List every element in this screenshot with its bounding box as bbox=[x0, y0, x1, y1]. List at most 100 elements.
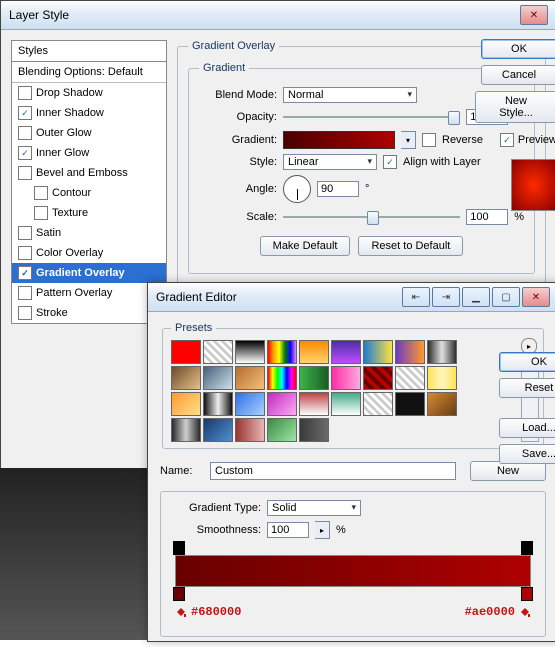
style-item-inner-glow[interactable]: ✓Inner Glow bbox=[12, 143, 166, 163]
gradient-swatch[interactable] bbox=[283, 131, 395, 149]
preset-swatch[interactable] bbox=[331, 366, 361, 390]
style-checkbox[interactable] bbox=[18, 226, 32, 240]
cancel-button[interactable]: Cancel bbox=[481, 65, 555, 85]
style-checkbox[interactable]: ✓ bbox=[18, 146, 32, 160]
style-item-bevel-and-emboss[interactable]: Bevel and Emboss bbox=[12, 163, 166, 183]
new-button[interactable]: New bbox=[470, 461, 546, 481]
preset-swatch[interactable] bbox=[267, 366, 297, 390]
style-checkbox[interactable]: ✓ bbox=[18, 266, 32, 280]
style-checkbox[interactable] bbox=[18, 86, 32, 100]
angle-dial[interactable] bbox=[283, 175, 311, 203]
style-checkbox[interactable] bbox=[18, 126, 32, 140]
load-button[interactable]: Load... bbox=[499, 418, 555, 438]
opacity-slider[interactable] bbox=[283, 108, 460, 126]
preset-swatch[interactable] bbox=[395, 340, 425, 364]
preset-swatch[interactable] bbox=[203, 392, 233, 416]
align-checkbox[interactable]: ✓ bbox=[383, 155, 397, 169]
new-style-button[interactable]: New Style... bbox=[475, 91, 555, 123]
preset-swatch[interactable] bbox=[235, 340, 265, 364]
close-icon[interactable]: ✕ bbox=[520, 5, 548, 25]
preset-swatch[interactable] bbox=[331, 392, 361, 416]
scale-input[interactable]: 100 bbox=[466, 209, 508, 225]
preset-swatch[interactable] bbox=[203, 340, 233, 364]
preset-swatch[interactable] bbox=[171, 392, 201, 416]
style-checkbox[interactable] bbox=[18, 306, 32, 320]
layer-style-titlebar[interactable]: Layer Style ✕ bbox=[1, 1, 555, 30]
style-item-texture[interactable]: Texture bbox=[12, 203, 166, 223]
style-item-satin[interactable]: Satin bbox=[12, 223, 166, 243]
preset-swatch[interactable] bbox=[171, 340, 201, 364]
style-checkbox[interactable] bbox=[18, 246, 32, 260]
preset-swatch[interactable] bbox=[299, 340, 329, 364]
preset-swatch[interactable] bbox=[171, 418, 201, 442]
maximize-icon[interactable]: ▢ bbox=[492, 287, 520, 307]
dock-left-icon[interactable]: ⇤ bbox=[402, 287, 430, 307]
preset-swatch[interactable] bbox=[235, 392, 265, 416]
smoothness-input[interactable]: 100 bbox=[267, 522, 309, 538]
style-checkbox[interactable] bbox=[34, 206, 48, 220]
style-checkbox[interactable]: ✓ bbox=[18, 106, 32, 120]
preset-swatch[interactable] bbox=[363, 340, 393, 364]
ok-button[interactable]: OK bbox=[481, 39, 555, 59]
preset-swatch[interactable] bbox=[427, 340, 457, 364]
opacity-stop-right[interactable] bbox=[521, 541, 533, 555]
style-item-inner-shadow[interactable]: ✓Inner Shadow bbox=[12, 103, 166, 123]
ok-button[interactable]: OK bbox=[499, 352, 555, 372]
gradient-type-label: Gradient Type: bbox=[171, 502, 261, 514]
preset-swatch[interactable] bbox=[299, 392, 329, 416]
preset-swatch[interactable] bbox=[427, 366, 457, 390]
preset-swatch[interactable] bbox=[331, 340, 361, 364]
reset-button[interactable]: Reset bbox=[499, 378, 555, 398]
minimize-icon[interactable]: ▁ bbox=[462, 287, 490, 307]
make-default-button[interactable]: Make Default bbox=[260, 236, 351, 256]
opacity-stop-left[interactable] bbox=[173, 541, 185, 555]
blending-options[interactable]: Blending Options: Default bbox=[12, 62, 166, 83]
preset-swatch[interactable] bbox=[203, 418, 233, 442]
blend-mode-select[interactable]: Normal bbox=[283, 87, 417, 103]
preset-swatch[interactable] bbox=[363, 392, 393, 416]
style-select[interactable]: Linear bbox=[283, 154, 377, 170]
style-checkbox[interactable] bbox=[34, 186, 48, 200]
style-item-drop-shadow[interactable]: Drop Shadow bbox=[12, 83, 166, 103]
color-stop-right[interactable] bbox=[521, 587, 533, 601]
preset-swatch[interactable] bbox=[299, 366, 329, 390]
preset-swatch[interactable] bbox=[171, 366, 201, 390]
preset-swatch[interactable] bbox=[203, 366, 233, 390]
reverse-checkbox[interactable] bbox=[422, 133, 436, 147]
name-input[interactable]: Custom bbox=[210, 462, 456, 480]
gradient-dropdown-icon[interactable]: ▾ bbox=[401, 131, 416, 149]
gradient-bar[interactable] bbox=[175, 555, 531, 587]
color-stop-left[interactable] bbox=[173, 587, 185, 601]
preset-swatch[interactable] bbox=[267, 392, 297, 416]
style-item-gradient-overlay[interactable]: ✓Gradient Overlay bbox=[12, 263, 166, 283]
gradient-editor-titlebar[interactable]: Gradient Editor ⇤ ⇥ ▁ ▢ ✕ bbox=[148, 283, 555, 312]
style-checkbox[interactable] bbox=[18, 166, 32, 180]
preset-swatch[interactable] bbox=[235, 366, 265, 390]
preset-swatch[interactable] bbox=[267, 418, 297, 442]
reset-default-button[interactable]: Reset to Default bbox=[358, 236, 463, 256]
styles-header[interactable]: Styles bbox=[12, 41, 166, 62]
preset-swatch[interactable] bbox=[395, 392, 425, 416]
preset-swatch[interactable] bbox=[395, 366, 425, 390]
style-item-pattern-overlay[interactable]: Pattern Overlay bbox=[12, 283, 166, 303]
gradient-type-select[interactable]: Solid bbox=[267, 500, 361, 516]
style-item-outer-glow[interactable]: Outer Glow bbox=[12, 123, 166, 143]
angle-input[interactable]: 90 bbox=[317, 181, 359, 197]
save-button[interactable]: Save... bbox=[499, 444, 555, 464]
preset-swatch[interactable] bbox=[299, 418, 329, 442]
preset-swatch[interactable] bbox=[267, 340, 297, 364]
preview-checkbox[interactable]: ✓ bbox=[500, 133, 514, 147]
dock-right-icon[interactable]: ⇥ bbox=[432, 287, 460, 307]
style-checkbox[interactable] bbox=[18, 286, 32, 300]
preset-swatch[interactable] bbox=[363, 366, 393, 390]
style-item-contour[interactable]: Contour bbox=[12, 183, 166, 203]
style-item-label: Drop Shadow bbox=[36, 87, 103, 99]
close-icon[interactable]: ✕ bbox=[522, 287, 550, 307]
preset-swatch[interactable] bbox=[235, 418, 265, 442]
scale-slider[interactable] bbox=[283, 208, 460, 226]
style-item-stroke[interactable]: Stroke bbox=[12, 303, 166, 323]
smoothness-stepper-icon[interactable]: ▸ bbox=[315, 521, 330, 539]
style-item-color-overlay[interactable]: Color Overlay bbox=[12, 243, 166, 263]
preset-swatch[interactable] bbox=[427, 392, 457, 416]
layer-style-title: Layer Style bbox=[9, 8, 69, 22]
